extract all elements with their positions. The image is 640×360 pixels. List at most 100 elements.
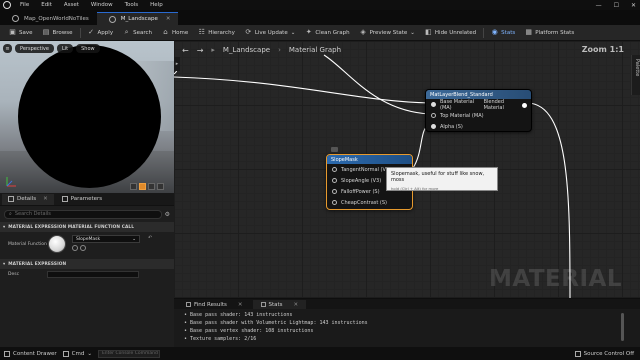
hierarchy-icon: ☷ <box>198 28 205 36</box>
tab-stats[interactable]: Stats ✕ <box>252 300 307 309</box>
tab-find-results[interactable]: Find Results ✕ <box>178 300 251 309</box>
node-matlayerblend-standard[interactable]: MatLayerBlend_Standard Base Material (MA… <box>425 89 532 132</box>
cylinder-mesh-icon[interactable] <box>130 183 137 190</box>
search-button[interactable]: ⌕ Search <box>118 26 157 40</box>
input-pin-icon[interactable] <box>332 167 337 172</box>
menu-tools[interactable]: Tools <box>119 2 145 8</box>
pin-base-material[interactable]: Base Material (MA) Blended Material <box>426 98 531 111</box>
use-selected-icon[interactable] <box>72 245 78 251</box>
hierarchy-button[interactable]: ☷ Hierarchy <box>193 26 240 40</box>
tab-details-label: Details <box>17 196 37 202</box>
input-pin-icon[interactable] <box>332 178 337 183</box>
settings-gear-icon[interactable]: ⚙ <box>165 211 170 218</box>
content-drawer-icon <box>4 350 10 357</box>
save-label: Save <box>19 29 33 36</box>
forward-arrow-icon[interactable]: → <box>197 46 204 55</box>
source-control-button[interactable]: Source Control Off <box>574 347 634 360</box>
viewport-menu-icon[interactable]: ≡ <box>3 44 12 53</box>
stats-line: • Base pass vertex shader: 108 instructi… <box>184 328 314 334</box>
content-drawer-label: Content Drawer <box>13 350 57 357</box>
reset-to-default-icon[interactable]: ↶ <box>148 235 152 241</box>
hide-unrelated-button[interactable]: ◧ Hide Unrelated <box>420 26 481 40</box>
material-function-dropdown[interactable]: SlopeMask ⌄ <box>72 235 140 243</box>
pin-alpha[interactable]: Alpha (S) <box>426 121 531 132</box>
cube-mesh-icon[interactable] <box>157 183 164 190</box>
menu-asset[interactable]: Asset <box>58 2 85 8</box>
plane-mesh-icon[interactable] <box>148 183 155 190</box>
apply-label: Apply <box>97 29 114 36</box>
clean-graph-button[interactable]: ✦ Clean Graph <box>300 26 354 40</box>
stats-scrollbar[interactable] <box>621 313 624 341</box>
home-button[interactable]: ⌂ Home <box>157 26 193 40</box>
node-preview-toggle-icon[interactable] <box>331 147 338 152</box>
console-command-input[interactable] <box>97 349 160 358</box>
pin-label: SlopeAngle (V3) <box>341 177 382 184</box>
section-material-expression[interactable]: ▾ MATERIAL EXPRESSION <box>0 259 174 269</box>
minimize-icon[interactable]: — <box>596 2 602 9</box>
browse-button[interactable]: ▤ Browse <box>38 26 78 40</box>
section-material-function-call[interactable]: ▾ MATERIAL EXPRESSION MATERIAL FUNCTION … <box>0 222 174 232</box>
breadcrumb-child[interactable]: Material Graph <box>289 46 341 54</box>
collapse-left-icon[interactable]: ▸ <box>174 57 180 71</box>
palette-tab[interactable]: Palette <box>631 55 640 95</box>
apply-button[interactable]: ✓ Apply <box>83 26 119 40</box>
menu-file[interactable]: File <box>14 2 35 8</box>
stats-icon <box>260 302 266 307</box>
live-update-button[interactable]: ⟳ Live Update ⌄ <box>240 26 301 40</box>
input-pin-icon[interactable] <box>431 124 436 129</box>
details-search-input[interactable] <box>14 211 135 217</box>
desc-field[interactable] <box>47 270 140 278</box>
input-pin-icon[interactable] <box>431 113 436 118</box>
save-button[interactable]: ▣ Save <box>4 26 38 40</box>
status-bar: Content Drawer Cmd⌄ Source Control Off <box>0 347 640 360</box>
menu-window[interactable]: Window <box>85 2 119 8</box>
desc-label: Desc <box>8 271 20 277</box>
close-icon[interactable]: ✕ <box>238 302 243 308</box>
material-function-row: Material Function SlopeMask ⌄ ↶ <box>0 232 174 256</box>
live-update-icon: ⟳ <box>245 28 252 36</box>
sphere-mesh-icon[interactable] <box>139 183 146 190</box>
stats-button[interactable]: ◉ Stats <box>486 26 520 40</box>
browse-asset-icon[interactable] <box>80 245 86 251</box>
material-preview-viewport[interactable]: ≡ Perspective Lit Show <box>0 41 174 193</box>
close-icon[interactable]: ✕ <box>631 2 636 9</box>
menu-edit[interactable]: Edit <box>35 2 58 8</box>
menu-help[interactable]: Help <box>144 2 169 8</box>
content-drawer-button[interactable]: Content Drawer <box>4 350 57 357</box>
tab-details[interactable]: Details ✕ <box>2 193 54 205</box>
breadcrumb-root[interactable]: M_Landscape <box>223 46 270 54</box>
chevron-down-icon: ⌄ <box>132 236 136 242</box>
tab-m-landscape[interactable]: M_Landscape ✕ <box>96 12 179 25</box>
output-pin-icon[interactable] <box>522 103 527 108</box>
material-function-thumbnail[interactable] <box>48 235 66 253</box>
pin-top-material[interactable]: Top Material (MA) <box>426 110 531 121</box>
input-pin-icon[interactable] <box>332 200 337 205</box>
unreal-logo-icon[interactable] <box>0 0 14 10</box>
back-arrow-icon[interactable]: ← <box>182 46 189 55</box>
tooltip-hint: hold (Ctrl + Alt) for more <box>391 186 439 191</box>
show-button[interactable]: Show <box>76 44 100 53</box>
stats-line: • Base pass shader with Volumetric Light… <box>184 320 368 326</box>
perspective-button[interactable]: Perspective <box>15 44 54 53</box>
tab-map-openworldnotiles[interactable]: Map_OpenWorldNoTiles <box>0 12 97 25</box>
cmd-button[interactable]: Cmd ⌄ <box>62 350 92 357</box>
maximize-icon[interactable]: ☐ <box>614 2 619 9</box>
node-tooltip: Slopemask, useful for stuff like snow, m… <box>386 167 498 191</box>
lit-button[interactable]: Lit <box>56 44 74 53</box>
pin-label: FalloffPower (S) <box>341 188 380 195</box>
chevron-down-icon: ▾ <box>3 224 6 230</box>
input-pin-icon[interactable] <box>332 189 337 194</box>
material-graph-canvas[interactable]: ← → ▸ M_Landscape › Material Graph Zoom … <box>174 41 640 298</box>
stats-line: • Base pass shader: 143 instructions <box>184 312 293 318</box>
tab-close-icon[interactable]: ✕ <box>166 16 171 22</box>
platform-stats-button[interactable]: ▦ Platform Stats <box>520 26 579 40</box>
close-icon[interactable]: ✕ <box>43 196 48 202</box>
close-icon[interactable]: ✕ <box>294 302 299 308</box>
preview-state-button[interactable]: ◈ Preview State ⌄ <box>355 26 420 40</box>
save-icon: ▣ <box>9 28 16 36</box>
input-pin-icon[interactable] <box>431 102 436 107</box>
output-pin-label: Blended Material <box>483 98 505 111</box>
pin-cheap-contrast[interactable]: CheapContrast (S) <box>327 197 412 208</box>
axis-gizmo-icon <box>6 177 16 187</box>
tab-parameters[interactable]: Parameters <box>56 194 108 205</box>
